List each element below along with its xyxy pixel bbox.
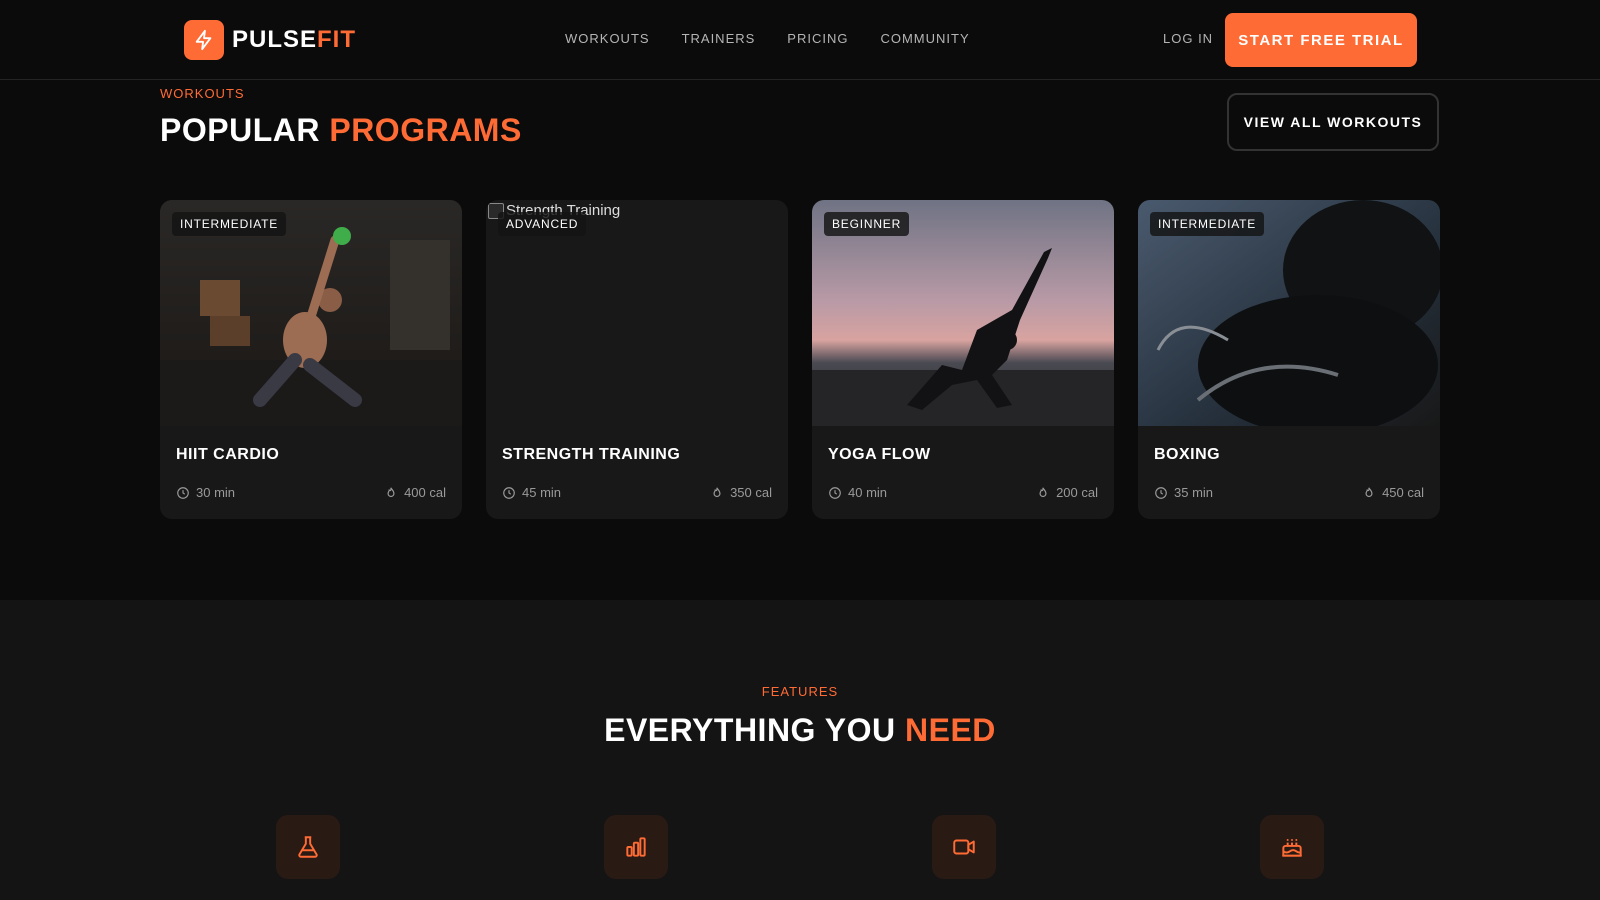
features-title: EVERYTHING YOU NEED bbox=[604, 712, 996, 748]
clock-icon bbox=[503, 486, 515, 499]
hiit-cardio-image: INTERMEDIATE bbox=[160, 200, 462, 426]
features-section: FEATURES EVERYTHING YOU NEED bbox=[0, 600, 1600, 900]
calories: 400 cal bbox=[404, 485, 446, 500]
calories: 450 cal bbox=[1382, 485, 1424, 500]
card-title: BOXING bbox=[1154, 446, 1221, 463]
flame-icon bbox=[387, 487, 395, 497]
video-icon bbox=[932, 815, 996, 879]
program-card-strength-training[interactable]: Strength Training ADVANCED STRENGTH TRAI… bbox=[486, 200, 788, 519]
level-badge: ADVANCED bbox=[498, 212, 587, 236]
flame-icon bbox=[1365, 487, 1373, 497]
card-meta: 35 min 450 cal bbox=[1154, 485, 1424, 500]
card-title: STRENGTH TRAINING bbox=[502, 446, 681, 463]
level-badge: BEGINNER bbox=[824, 212, 910, 236]
duration: 30 min bbox=[196, 485, 236, 500]
start-free-trial-button[interactable]: START FREE TRIAL bbox=[1225, 13, 1417, 67]
program-card-hiit-cardio[interactable]: INTERMEDIATE HIIT CARDIO 30 min 400 cal bbox=[160, 200, 462, 519]
features-eyebrow: FEATURES bbox=[761, 684, 839, 699]
flame-icon bbox=[713, 487, 721, 497]
lightning-icon bbox=[184, 20, 224, 60]
logo[interactable]: PULSEFIT bbox=[184, 20, 356, 60]
view-all-workouts-button[interactable]: VIEW ALL WORKOUTS bbox=[1227, 93, 1439, 151]
card-meta: 30 min 400 cal bbox=[176, 485, 446, 500]
level-badge: INTERMEDIATE bbox=[172, 212, 287, 236]
calories: 350 cal bbox=[730, 485, 772, 500]
nav-pricing[interactable]: PRICING bbox=[787, 31, 848, 46]
nav-trainers[interactable]: TRAINERS bbox=[682, 31, 756, 46]
cake-icon bbox=[1260, 815, 1324, 879]
card-meta: 45 min 350 cal bbox=[502, 485, 772, 500]
site-header: PULSEFIT WORKOUTS TRAINERS PRICING COMMU… bbox=[0, 0, 1600, 80]
nav-workouts[interactable]: WORKOUTS bbox=[565, 31, 650, 46]
clock-icon bbox=[829, 486, 841, 499]
calories: 200 cal bbox=[1056, 485, 1098, 500]
card-title: HIIT CARDIO bbox=[176, 446, 280, 463]
program-card-yoga-flow[interactable]: BEGINNER YOGA FLOW 40 min 200 cal bbox=[812, 200, 1114, 519]
bar-chart-icon bbox=[604, 815, 668, 879]
clock-icon bbox=[1155, 486, 1167, 499]
login-link[interactable]: LOG IN bbox=[1163, 31, 1213, 46]
level-badge: INTERMEDIATE bbox=[1150, 212, 1265, 236]
program-cards: INTERMEDIATE HIIT CARDIO 30 min 400 cal … bbox=[160, 200, 1440, 519]
duration: 40 min bbox=[848, 485, 888, 500]
duration: 45 min bbox=[522, 485, 562, 500]
card-meta: 40 min 200 cal bbox=[828, 485, 1098, 500]
programs-title: POPULAR PROGRAMS bbox=[160, 112, 522, 148]
program-card-boxing[interactable]: INTERMEDIATE BOXING 35 min 450 cal bbox=[1138, 200, 1440, 519]
strength-training-image: Strength Training ADVANCED bbox=[486, 200, 788, 426]
yoga-flow-image: BEGINNER bbox=[812, 200, 1114, 426]
flame-icon bbox=[1039, 487, 1047, 497]
main-nav: WORKOUTS TRAINERS PRICING COMMUNITY bbox=[565, 31, 970, 46]
card-title: YOGA FLOW bbox=[828, 446, 931, 463]
duration: 35 min bbox=[1174, 485, 1214, 500]
flask-icon bbox=[276, 815, 340, 879]
clock-icon bbox=[177, 486, 189, 499]
boxing-image: INTERMEDIATE bbox=[1138, 200, 1440, 426]
nav-community[interactable]: COMMUNITY bbox=[880, 31, 969, 46]
brand-name: PULSEFIT bbox=[232, 26, 357, 53]
programs-eyebrow: WORKOUTS bbox=[160, 86, 245, 101]
